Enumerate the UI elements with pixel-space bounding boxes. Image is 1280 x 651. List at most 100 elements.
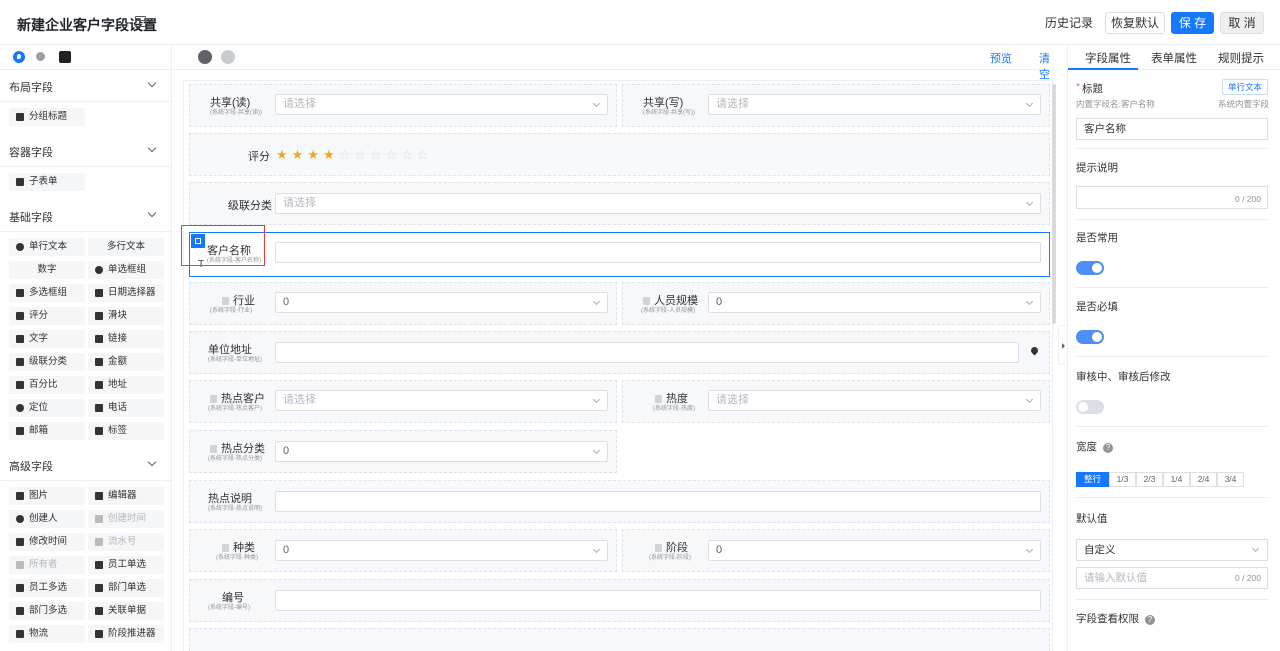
component-percent[interactable]: 百分比: [9, 376, 85, 394]
component-link[interactable]: 链接: [88, 330, 164, 348]
star-icon[interactable]: ★: [292, 147, 308, 163]
component-depts[interactable]: 部门多选: [9, 602, 85, 620]
component-editor[interactable]: 编辑器: [88, 487, 164, 505]
star-icon[interactable]: ☆: [339, 147, 355, 163]
star-icon[interactable]: ☆: [354, 147, 370, 163]
field-kind[interactable]: 种类 (系统字段-种类) 0: [189, 529, 617, 572]
width-full[interactable]: 整行: [1076, 472, 1109, 487]
component-date[interactable]: 日期选择器: [88, 284, 164, 302]
component-mail[interactable]: 邮箱: [9, 422, 85, 440]
component-employee[interactable]: 员工单选: [88, 556, 164, 574]
component-tag[interactable]: 标签: [88, 422, 164, 440]
layout-icon[interactable]: [135, 16, 146, 27]
share-read-select[interactable]: 请选择: [275, 94, 608, 115]
field-industry[interactable]: 行业 (系统字段-行业) 0: [189, 282, 617, 325]
star-icon[interactable]: ☆: [370, 147, 386, 163]
field-share-write[interactable]: 共享(写) (系统字段-共享(写)) 请选择: [622, 84, 1050, 127]
address-input[interactable]: [275, 342, 1019, 363]
field-heat[interactable]: 热度 (系统字段-热度) 请选择: [622, 380, 1050, 423]
component-creator[interactable]: 创建人: [9, 510, 85, 528]
section-header[interactable]: 布局字段: [0, 70, 171, 102]
component-money[interactable]: 金额: [88, 353, 164, 371]
width-2-3[interactable]: 2/3: [1136, 472, 1163, 487]
field-number[interactable]: 编号 (系统字段-编号): [189, 579, 1050, 622]
star-icon[interactable]: ★: [276, 147, 292, 163]
heat-select[interactable]: 请选择: [708, 390, 1041, 411]
component-logistics[interactable]: 物流: [9, 625, 85, 643]
section-header[interactable]: 容器字段: [0, 135, 171, 167]
help-icon[interactable]: [36, 52, 45, 61]
device-pc-icon[interactable]: [198, 50, 212, 64]
industry-select[interactable]: 0: [275, 292, 608, 313]
component-dept[interactable]: 部门单选: [88, 579, 164, 597]
component-subform[interactable]: 子表单: [9, 173, 85, 191]
star-icon[interactable]: ★: [307, 147, 323, 163]
component-checkbox[interactable]: 多选框组: [9, 284, 85, 302]
component-serial[interactable]: 流水号: [88, 533, 164, 551]
stage-select[interactable]: 0: [708, 540, 1041, 561]
preview-link[interactable]: 预览: [990, 50, 1012, 66]
staff-size-select[interactable]: 0: [708, 292, 1041, 313]
width-2-4[interactable]: 2/4: [1190, 472, 1217, 487]
component-create-time[interactable]: 创建时间: [88, 510, 164, 528]
star-icon[interactable]: ☆: [417, 147, 433, 163]
component-item[interactable]: 数字: [9, 261, 85, 279]
section-header[interactable]: 基础字段: [0, 200, 171, 232]
common-toggle[interactable]: [1076, 261, 1104, 275]
field-hot-desc[interactable]: 热点说明 (系统字段-热点说明): [189, 480, 1050, 523]
title-input[interactable]: 客户名称: [1076, 118, 1268, 140]
right-collapse-handle[interactable]: [1058, 325, 1067, 365]
component-employees[interactable]: 员工多选: [9, 579, 85, 597]
tab-field-props[interactable]: 字段属性: [1085, 50, 1131, 66]
cascade-select[interactable]: 请选择: [275, 193, 1041, 214]
component-radio[interactable]: 单选框组: [88, 261, 164, 279]
kind-select[interactable]: 0: [275, 540, 608, 561]
component-single-text[interactable]: 单行文本: [9, 238, 85, 256]
number-input[interactable]: [275, 590, 1041, 611]
tab-rule-hints[interactable]: 规则提示: [1218, 50, 1264, 66]
field-address[interactable]: 单位地址 (系统字段-单位地址): [189, 331, 1050, 374]
review-edit-toggle[interactable]: [1076, 400, 1104, 414]
cancel-button[interactable]: 取 消: [1220, 12, 1264, 34]
tab-form-props[interactable]: 表单属性: [1151, 50, 1197, 66]
history-button[interactable]: 历史记录: [1040, 12, 1098, 34]
hot-customer-select[interactable]: 请选择: [275, 390, 608, 411]
share-write-select[interactable]: 请选择: [708, 94, 1041, 115]
width-1-3[interactable]: 1/3: [1109, 472, 1136, 487]
component-phone[interactable]: 电话: [88, 399, 164, 417]
required-toggle[interactable]: [1076, 330, 1104, 344]
rating-stars[interactable]: ★★★★☆☆☆☆☆☆: [276, 147, 433, 163]
field-staff-size[interactable]: 人员规模 (系统字段-人员规模) 0: [622, 282, 1050, 325]
component-stage[interactable]: 阶段推进器: [88, 625, 164, 643]
field-hot-category[interactable]: 热点分类 (系统字段-热点分类) 0: [189, 430, 617, 473]
component-group-title[interactable]: 分组标题: [9, 108, 85, 126]
hot-category-select[interactable]: 0: [275, 441, 608, 462]
component-cascader[interactable]: 级联分类: [9, 353, 85, 371]
width-3-4[interactable]: 3/4: [1217, 472, 1244, 487]
clear-link[interactable]: 清空: [1039, 50, 1058, 82]
component-text[interactable]: 文字: [9, 330, 85, 348]
help-icon[interactable]: ?: [1145, 615, 1155, 625]
component-rate[interactable]: 评分: [9, 307, 85, 325]
field-customer-name-selected[interactable]: 客户名称 (系统字段-客户名称) T: [189, 232, 1050, 277]
canvas-scrollbar[interactable]: [1052, 84, 1056, 324]
component-modify-time[interactable]: 修改时间: [9, 533, 85, 551]
field-cascade[interactable]: 级联分类 请选择: [189, 182, 1050, 225]
star-icon[interactable]: ☆: [401, 147, 417, 163]
field-type-tag[interactable]: 单行文本: [1222, 79, 1268, 95]
component-item[interactable]: 多行文本: [88, 238, 164, 256]
component-relation[interactable]: 关联单据: [88, 602, 164, 620]
location-pin-icon[interactable]: [13, 51, 25, 63]
help-icon[interactable]: ?: [1103, 443, 1113, 453]
square-icon[interactable]: [59, 51, 71, 63]
component-location[interactable]: 定位: [9, 399, 85, 417]
field-hot-customer[interactable]: 热点客户 (系统字段-热点客户) 请选择: [189, 380, 617, 423]
default-type-select[interactable]: 自定义: [1076, 539, 1268, 561]
map-pin-icon[interactable]: [1029, 345, 1040, 356]
component-image[interactable]: 图片: [9, 487, 85, 505]
reset-default-button[interactable]: 恢复默认: [1105, 12, 1165, 34]
star-icon[interactable]: ★: [323, 147, 339, 163]
hot-desc-input[interactable]: [275, 491, 1041, 512]
default-value-input[interactable]: 请输入默认值 0 / 200: [1076, 567, 1268, 589]
save-button[interactable]: 保 存: [1171, 12, 1214, 34]
